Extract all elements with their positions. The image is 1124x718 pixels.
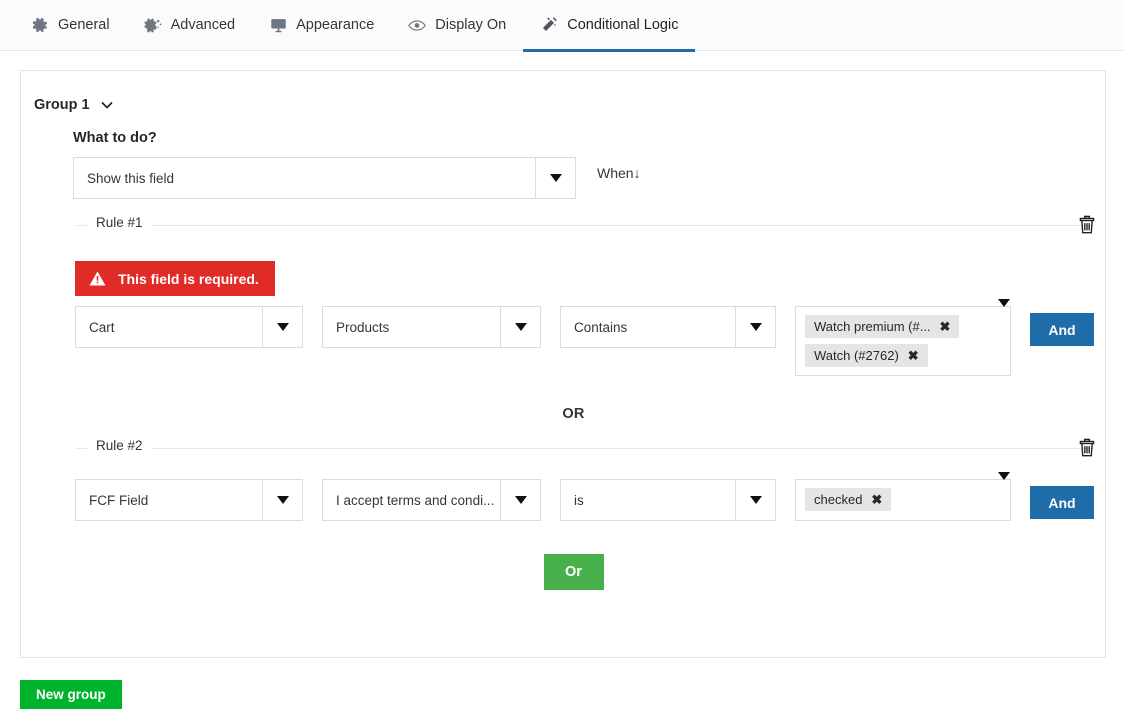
add-or-rule-button[interactable]: Or	[543, 554, 604, 590]
chevron-down-icon[interactable]	[998, 299, 1010, 375]
what-to-do-label: What to do?	[73, 130, 157, 146]
monitor-icon	[269, 16, 287, 34]
tag-label: Watch (#2762)	[814, 348, 899, 363]
tab-display-on[interactable]: Display On	[391, 0, 523, 51]
tag-item[interactable]: Watch premium (#... ✖	[805, 315, 960, 338]
rule-1-selected-tags: Watch premium (#... ✖ Watch (#2762) ✖	[796, 307, 998, 375]
rule-2-and-button[interactable]: And	[1030, 486, 1094, 519]
rule-2-subfield-select[interactable]: I accept terms and condi...	[322, 479, 541, 521]
tab-label: Display On	[435, 17, 507, 33]
group-header: Group 1	[21, 71, 1105, 113]
tab-label: General	[58, 17, 110, 33]
rule-legend: Rule #2	[87, 438, 152, 453]
chevron-down-icon[interactable]	[262, 307, 302, 347]
tag-item[interactable]: Watch (#2762) ✖	[805, 344, 928, 367]
action-row: Show this field When↓	[73, 157, 1074, 199]
new-group-button[interactable]: New group	[20, 680, 122, 709]
rule-2-field-value: FCF Field	[89, 492, 149, 508]
chevron-down-icon[interactable]	[735, 480, 775, 520]
tab-label: Conditional Logic	[567, 17, 679, 33]
rule-1: Rule #1 This field is required. Cart Pro…	[75, 215, 1095, 376]
settings-tab-bar: General Advanced Appearance Display On C…	[0, 0, 1124, 52]
gear-icon	[31, 16, 49, 34]
rule-2-operator-value: is	[574, 492, 584, 508]
conditional-logic-panel: Group 1 What to do? Show this field When…	[20, 70, 1106, 658]
rule-1-operator-value: Contains	[574, 319, 628, 335]
rule-1-operator-select[interactable]: Contains	[560, 306, 776, 348]
chevron-down-icon[interactable]	[998, 472, 1010, 520]
close-icon[interactable]: ✖	[908, 349, 919, 362]
group-title: Group 1	[34, 97, 90, 113]
tab-advanced[interactable]: Advanced	[127, 0, 253, 51]
new-group-row: New group	[20, 680, 122, 709]
tag-label: Watch premium (#...	[814, 319, 931, 334]
rule-1-field-select[interactable]: Cart	[75, 306, 303, 348]
chevron-down-icon[interactable]	[535, 158, 575, 198]
validation-error-banner: This field is required.	[75, 261, 275, 296]
chevron-down-icon[interactable]	[500, 480, 540, 520]
action-select-value: Show this field	[87, 170, 175, 186]
or-divider-label: OR	[562, 406, 585, 422]
warning-icon	[89, 270, 106, 287]
tab-appearance[interactable]: Appearance	[252, 0, 391, 51]
trash-icon[interactable]	[1076, 214, 1100, 238]
tab-conditional-logic[interactable]: Conditional Logic	[523, 0, 696, 52]
rule-2: Rule #2 FCF Field I accept terms and con…	[75, 438, 1095, 521]
validation-error-text: This field is required.	[118, 270, 259, 287]
rule-2-subfield-value: I accept terms and condi...	[336, 492, 495, 508]
chevron-down-icon[interactable]	[735, 307, 775, 347]
rule-legend: Rule #1	[87, 215, 152, 230]
rule-1-field-value: Cart	[89, 319, 115, 335]
chevron-down-icon[interactable]	[100, 98, 114, 112]
rule-1-fields: Cart Products Contains Watch premium (#.…	[75, 299, 1094, 376]
when-label: When↓	[597, 165, 641, 181]
tag-label: checked	[814, 492, 863, 507]
close-icon[interactable]: ✖	[940, 320, 951, 333]
trash-icon[interactable]	[1076, 437, 1100, 461]
gears-icon	[143, 16, 162, 34]
rule-2-fields: FCF Field I accept terms and condi... is…	[75, 472, 1094, 521]
tab-label: Advanced	[170, 17, 236, 33]
chevron-down-icon[interactable]	[262, 480, 302, 520]
tag-item[interactable]: checked ✖	[805, 488, 892, 511]
tab-general[interactable]: General	[14, 0, 127, 51]
rule-1-value-multiselect[interactable]: Watch premium (#... ✖ Watch (#2762) ✖	[795, 299, 1011, 376]
close-icon[interactable]: ✖	[871, 493, 882, 506]
rule-1-subfield-select[interactable]: Products	[322, 306, 541, 348]
rule-2-operator-select[interactable]: is	[560, 479, 776, 521]
chevron-down-icon[interactable]	[500, 307, 540, 347]
action-select[interactable]: Show this field	[73, 157, 576, 199]
tab-label: Appearance	[296, 17, 375, 33]
rule-1-subfield-value: Products	[336, 319, 390, 335]
rule-2-value-multiselect[interactable]: checked ✖	[795, 472, 1011, 521]
rule-1-and-button[interactable]: And	[1030, 313, 1094, 346]
rule-2-selected-tags: checked ✖	[796, 480, 998, 520]
rule-2-field-select[interactable]: FCF Field	[75, 479, 303, 521]
magic-wand-icon	[540, 16, 558, 34]
eye-icon	[408, 16, 427, 34]
or-button-row: Or	[73, 554, 1074, 590]
group-body: What to do? Show this field When↓ Rule #…	[21, 130, 1105, 590]
